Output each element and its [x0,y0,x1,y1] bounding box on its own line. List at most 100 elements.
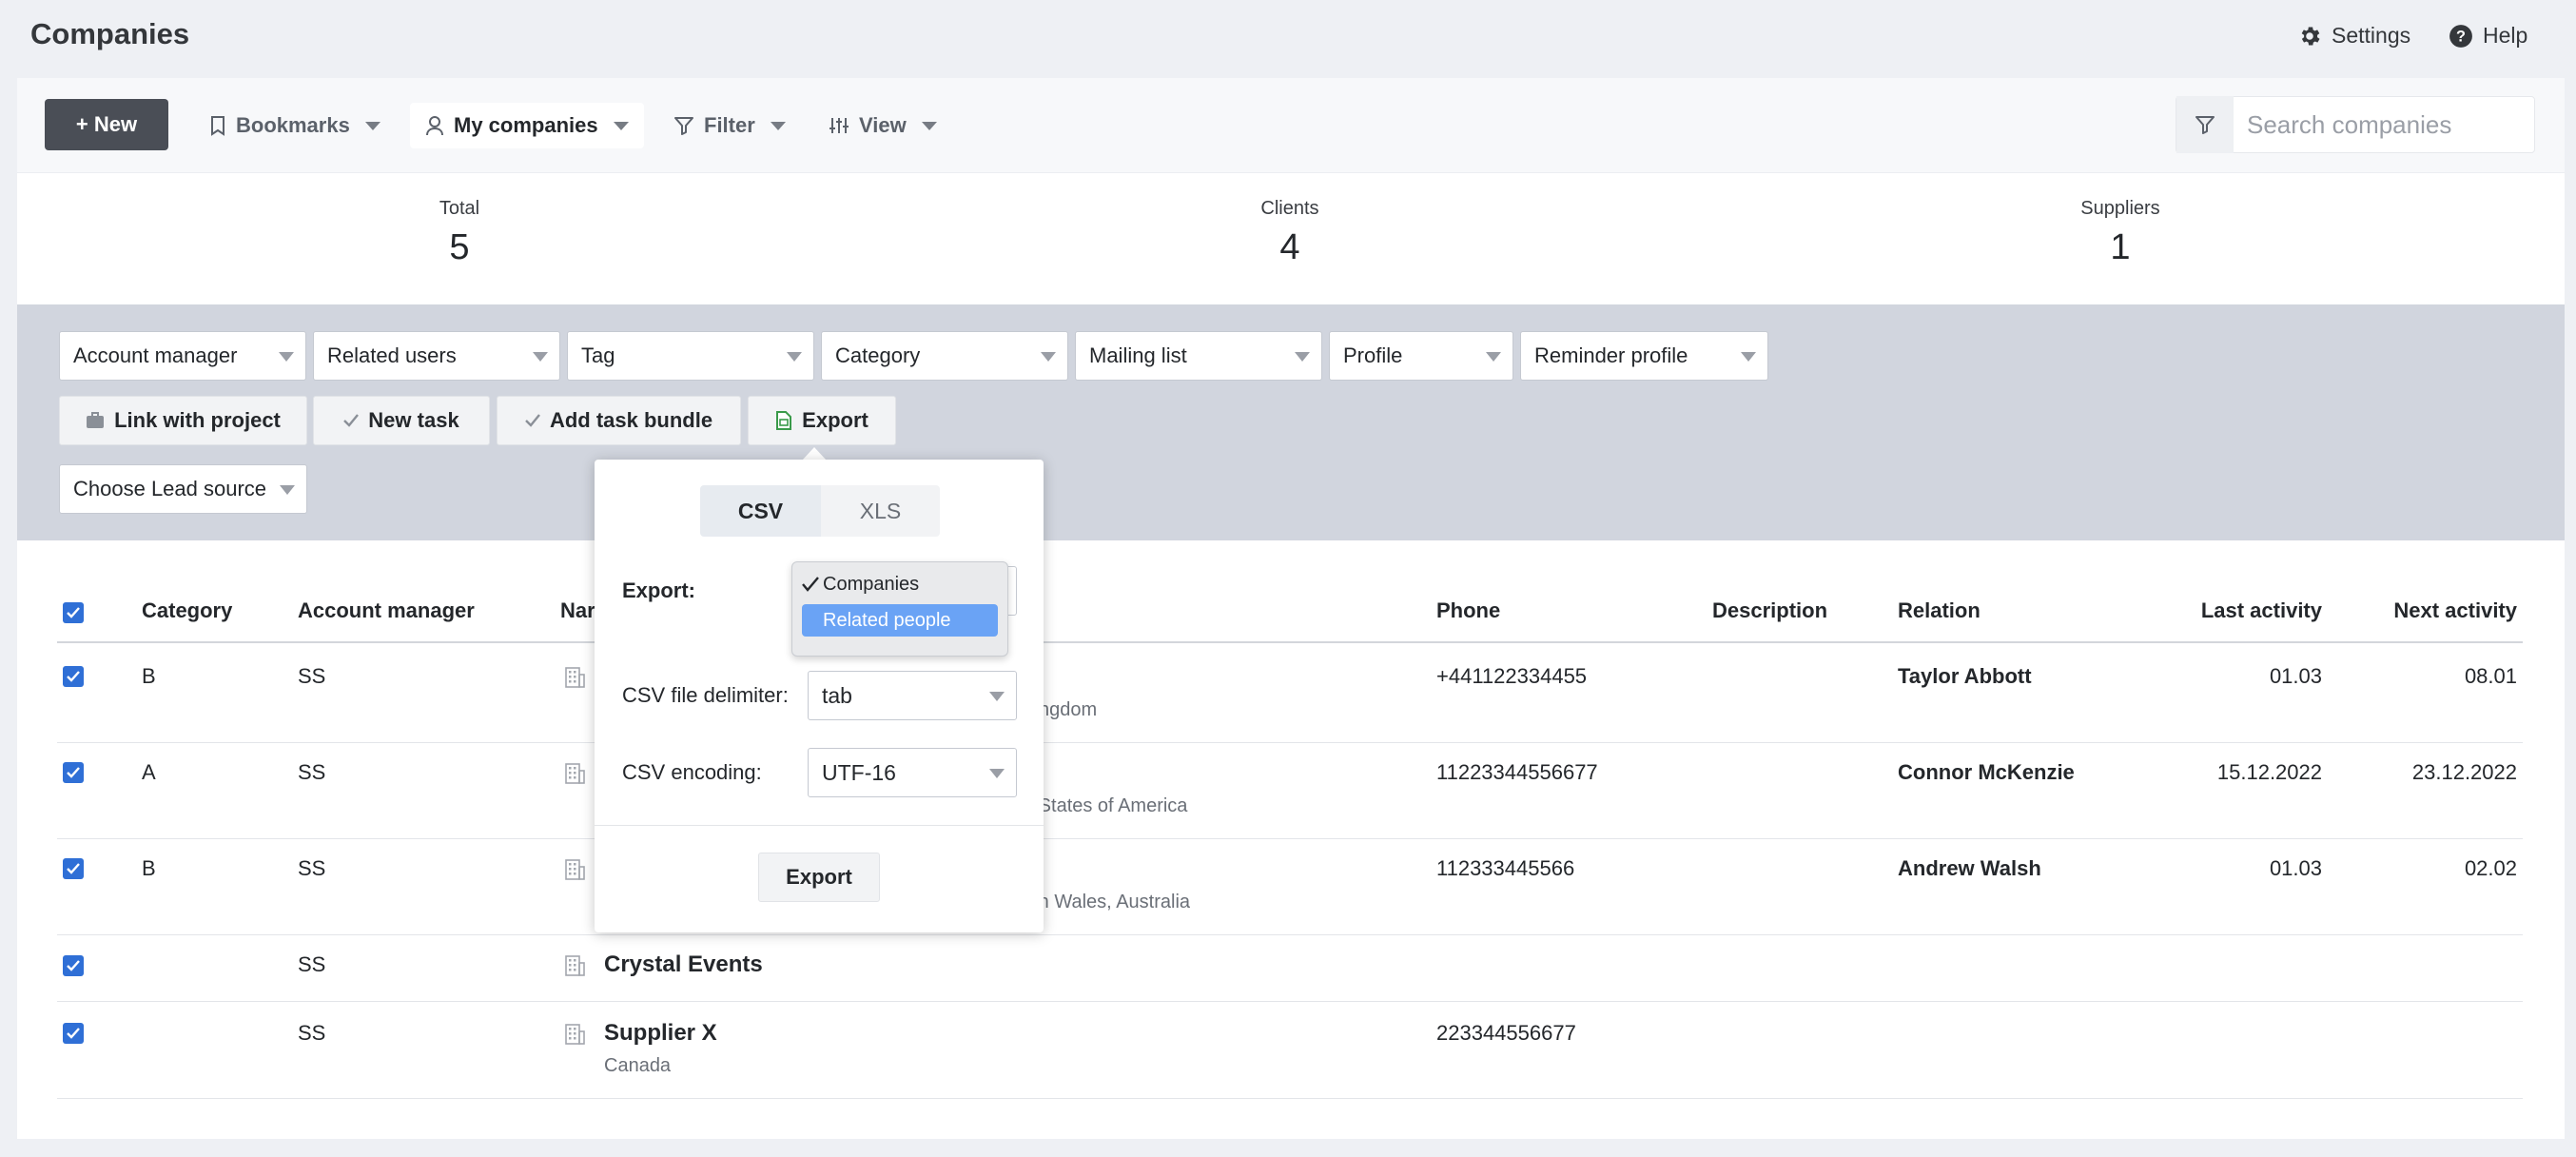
cell-account-manager: SS [298,664,326,688]
category-select[interactable]: Category [821,331,1068,381]
add-task-bundle-button[interactable]: Add task bundle [497,396,741,445]
link-with-project-label: Link with project [114,408,281,432]
help-icon: ? [2449,24,2473,49]
export-submit-button[interactable]: Export [758,853,880,902]
lead-source-select[interactable]: Choose Lead source [59,464,307,514]
encoding-label: CSV encoding: [622,760,762,784]
row-checkbox[interactable] [63,858,84,879]
chevron-down-icon [989,692,1005,701]
cell-next-activity: 02.02 [2464,856,2517,880]
delimiter-select[interactable]: tab [808,671,1017,720]
column-header-relation[interactable]: Relation [1898,598,1981,623]
popup-arrow [802,447,827,461]
checkmark-icon [802,577,823,592]
bookmarks-label: Bookmarks [236,113,350,137]
filter-dropdown[interactable]: Filter [658,103,801,148]
row-checkbox[interactable] [63,762,84,783]
cell-company-name[interactable]: Crystal Events [604,951,763,978]
reminder-profile-select[interactable]: Reminder profile [1520,331,1768,381]
select-label: Choose Lead source [73,477,267,500]
column-header-category[interactable]: Category [142,598,232,623]
cell-category: B [142,664,156,688]
my-companies-dropdown[interactable]: My companies [410,103,644,148]
search-filter-button[interactable] [2176,96,2234,153]
check-icon [67,671,80,682]
dropdown-option-companies[interactable]: Companies [802,568,998,600]
profile-select[interactable]: Profile [1329,331,1513,381]
tab-csv[interactable]: CSV [700,485,821,537]
row-checkbox[interactable] [63,955,84,976]
select-label: Account manager [73,343,238,367]
funnel-icon [2195,114,2215,135]
column-header-account-manager[interactable]: Account manager [298,598,475,623]
add-task-bundle-label: Add task bundle [549,408,713,432]
search-input[interactable] [2234,109,2519,140]
cell-category: A [142,760,156,784]
check-icon [525,414,540,427]
cell-phone: +441122334455 [1436,664,1588,688]
delimiter-label: CSV file delimiter: [622,683,789,707]
export-button[interactable]: Export [748,396,896,445]
chevron-down-icon [1295,352,1310,362]
stat-label: Total [439,198,480,219]
popup-divider [595,825,1044,826]
check-icon [67,767,80,778]
cell-account-manager: SS [298,1021,326,1045]
row-checkbox[interactable] [63,1023,84,1044]
row-checkbox[interactable] [63,666,84,687]
cell-phone: 11223344556677 [1436,760,1598,784]
column-header-name[interactable]: Nar [560,598,595,623]
stat-total: Total 5 [317,198,602,268]
encoding-select[interactable]: UTF-16 [808,748,1017,797]
cell-location: d States of America [1023,795,1188,816]
check-icon [67,863,80,874]
column-header-description[interactable]: Description [1712,598,1827,623]
gear-icon [2297,24,2322,49]
delimiter-value: tab [822,682,852,708]
stat-suppliers: Suppliers 1 [1978,198,2263,268]
export-type-label: Export: [622,578,695,602]
select-label: Related users [327,343,457,367]
view-dropdown[interactable]: View [813,103,952,148]
tag-select[interactable]: Tag [567,331,814,381]
cell-account-manager: SS [298,760,326,784]
settings-label: Settings [2332,23,2411,48]
help-link[interactable]: ? Help [2449,23,2527,49]
column-header-last-activity[interactable]: Last activity [2132,598,2322,623]
cell-location: ngdom [1039,699,1098,720]
row-divider [57,1001,2523,1002]
cell-relation[interactable]: Taylor Abbott [1898,664,2032,689]
bookmarks-dropdown[interactable]: Bookmarks [194,103,396,148]
cell-next-activity: 23.12.2022 [2411,760,2517,784]
tab-xls[interactable]: XLS [821,485,940,537]
cell-relation[interactable]: Connor McKenzie [1898,760,2075,785]
column-header-phone[interactable]: Phone [1436,598,1500,623]
stat-clients: Clients 4 [1147,198,1433,268]
spreadsheet-icon [775,411,792,430]
select-label: Category [835,343,921,367]
settings-link[interactable]: Settings [2297,23,2410,49]
mailing-list-select[interactable]: Mailing list [1075,331,1322,381]
account-manager-select[interactable]: Account manager [59,331,306,381]
dropdown-option-related-people[interactable]: Related people [802,604,998,637]
filter-label: Filter [704,113,755,137]
check-icon [67,1028,80,1039]
stat-value: 4 [1279,227,1300,267]
link-with-project-button[interactable]: Link with project [59,396,307,445]
cell-account-manager: SS [298,952,326,976]
cell-location: uth Wales, Australia [1023,892,1191,912]
new-task-button[interactable]: New task [313,396,490,445]
new-button[interactable]: + New [45,99,168,150]
building-icon [563,666,586,689]
column-header-next-activity[interactable]: Next activity [2327,598,2517,623]
stat-label: Clients [1260,198,1319,219]
export-type-dropdown: Companies Related people [791,561,1008,657]
check-icon [343,414,360,427]
cell-company-name[interactable]: Supplier X [604,1020,717,1047]
select-all-checkbox[interactable] [63,602,84,623]
building-icon [563,954,586,977]
cell-relation[interactable]: Andrew Walsh [1898,856,2041,881]
cell-last-activity: 15.12.2022 [2216,760,2322,784]
row-divider [57,1098,2523,1099]
related-users-select[interactable]: Related users [313,331,560,381]
